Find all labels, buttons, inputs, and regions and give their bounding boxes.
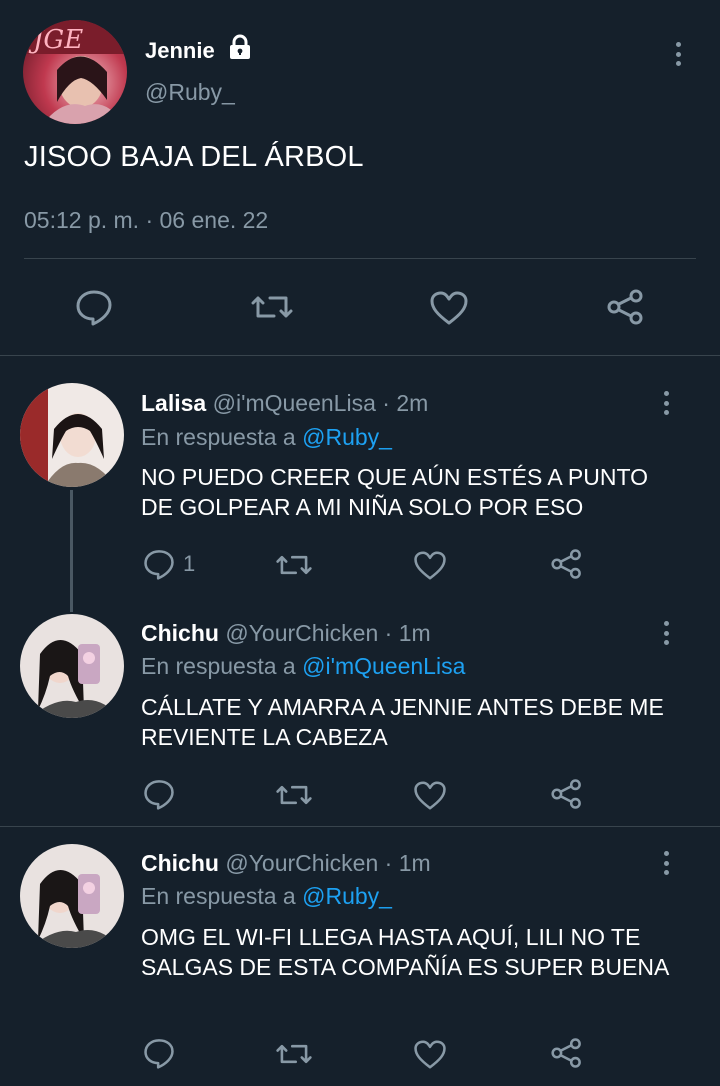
replying-label: En respuesta a <box>141 424 296 450</box>
divider <box>0 355 720 356</box>
share-icon[interactable] <box>606 288 646 326</box>
avatar-lalisa[interactable] <box>20 383 124 487</box>
reply-count: 1 <box>183 551 196 576</box>
divider <box>0 826 720 827</box>
comment-icon[interactable] <box>75 288 113 326</box>
heart-icon[interactable] <box>413 1039 447 1070</box>
replying-label: En respuesta a <box>141 883 296 909</box>
lock-icon <box>226 33 254 61</box>
comment-icon[interactable]: 1 <box>143 548 195 580</box>
handle[interactable]: @Ruby_ <box>145 79 235 106</box>
more-vertical-icon[interactable] <box>656 849 676 877</box>
display-name[interactable]: Chichu <box>141 620 219 646</box>
more-vertical-icon[interactable] <box>668 40 688 68</box>
share-icon[interactable] <box>550 548 584 580</box>
thread-connector <box>70 490 73 612</box>
avatar-neon-text: JGE <box>28 25 83 55</box>
more-vertical-icon[interactable] <box>656 619 676 647</box>
display-name[interactable]: Chichu <box>141 850 219 876</box>
tweet-time[interactable]: · 1m <box>385 850 431 876</box>
heart-icon[interactable] <box>413 780 447 811</box>
reply-text: NO PUEDO CREER QUE AÚN ESTÉS A PUNTO DE … <box>141 464 648 520</box>
share-icon[interactable] <box>550 778 584 810</box>
retweet-icon[interactable] <box>275 780 313 810</box>
replying-to-link[interactable]: @Ruby_ <box>302 424 392 450</box>
tweet-time[interactable]: · 1m <box>385 620 431 646</box>
retweet-icon[interactable] <box>275 550 313 580</box>
reply-text: OMG EL WI-FI LLEGA HASTA AQUÍ, LILI NO T… <box>141 924 670 980</box>
more-vertical-icon[interactable] <box>656 389 676 417</box>
replying-to-link[interactable]: @i'mQueenLisa <box>302 653 465 679</box>
timestamp[interactable]: 05:12 p. m. · 06 ene. 22 <box>24 207 268 234</box>
share-icon[interactable] <box>550 1037 584 1069</box>
comment-icon[interactable] <box>143 778 175 810</box>
avatar-chichu[interactable] <box>20 844 124 948</box>
retweet-icon[interactable] <box>275 1039 313 1069</box>
replying-to-link[interactable]: @Ruby_ <box>302 883 392 909</box>
heart-icon[interactable] <box>429 290 469 326</box>
comment-icon[interactable] <box>143 1037 175 1069</box>
retweet-icon[interactable] <box>250 290 294 324</box>
replying-label: En respuesta a <box>141 653 296 679</box>
divider <box>24 258 696 259</box>
heart-icon[interactable] <box>413 550 447 581</box>
handle[interactable]: @i'mQueenLisa <box>213 390 376 416</box>
tweet-text: JISOO BAJA DEL ÁRBOL <box>24 141 364 173</box>
tweet-time[interactable]: · 2m <box>382 390 428 416</box>
handle[interactable]: @YourChicken <box>225 850 378 876</box>
avatar-chichu[interactable] <box>20 614 124 718</box>
reply-text: CÁLLATE Y AMARRA A JENNIE ANTES DEBE ME … <box>141 694 664 750</box>
display-name[interactable]: Lalisa <box>141 390 206 416</box>
handle[interactable]: @YourChicken <box>225 620 378 646</box>
display-name[interactable]: Jennie <box>145 38 215 64</box>
avatar-jennie[interactable]: JGE <box>23 20 127 124</box>
